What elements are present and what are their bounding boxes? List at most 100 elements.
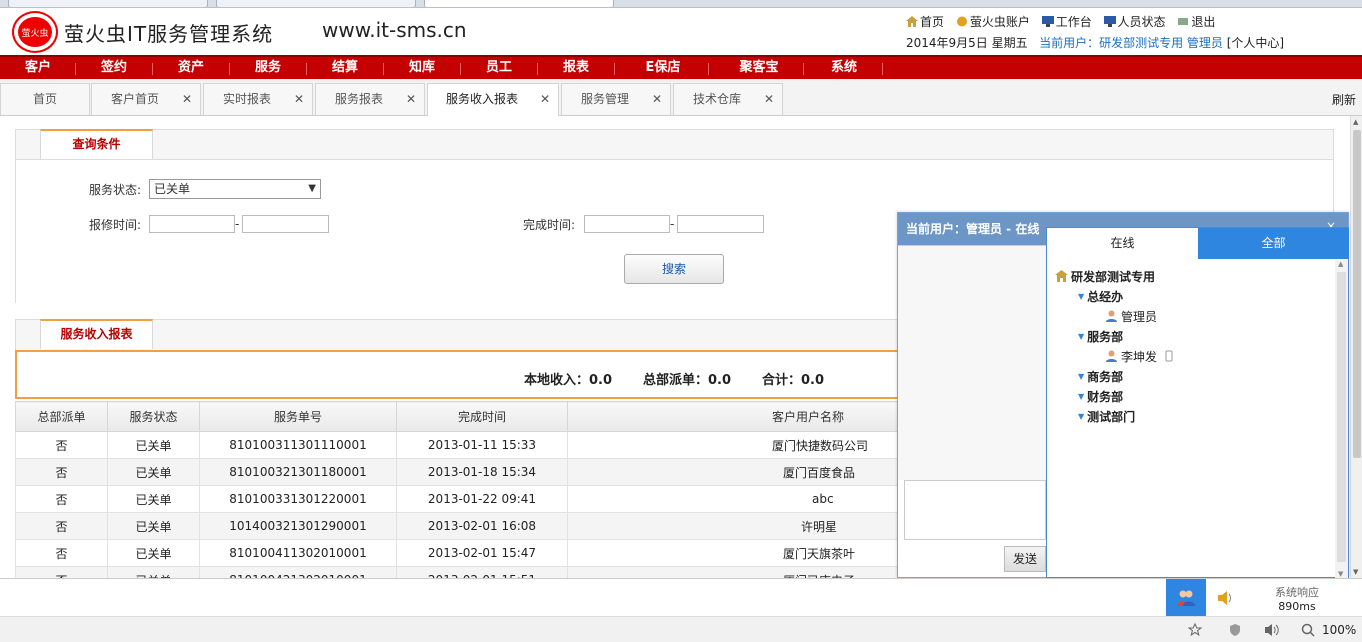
scroll-up-icon[interactable]: ▲ — [1353, 118, 1358, 126]
logout-link[interactable]: 退出 — [1177, 15, 1215, 29]
scroll-down-icon[interactable]: ▼ — [1338, 570, 1343, 578]
table-cell: 810100411302010001 — [199, 539, 397, 567]
tab-service-income-report[interactable]: 服务收入报表 ✕ — [427, 83, 559, 116]
search-button[interactable]: 搜索 — [624, 254, 724, 284]
send-button[interactable]: 发送 — [1004, 546, 1046, 572]
tree-node-dept[interactable]: ▼ 商务部 — [1078, 368, 1123, 385]
nav-item-staff[interactable]: 员工 — [469, 59, 529, 77]
nav-item-knowledge[interactable]: 知库 — [392, 59, 452, 77]
query-panel-tab[interactable]: 查询条件 — [40, 129, 153, 159]
home-link[interactable]: 首页 — [906, 15, 944, 29]
repair-time-label: 报修时间: — [89, 218, 142, 232]
sound-button[interactable] — [1208, 579, 1244, 616]
nav-item-service[interactable]: 服务 — [238, 59, 298, 77]
finish-time-start-input[interactable] — [584, 215, 670, 233]
tab-home[interactable]: 首页 — [0, 83, 90, 115]
table-cell: 已关单 — [107, 431, 200, 459]
scroll-down-icon[interactable]: ▼ — [1353, 568, 1358, 576]
close-icon[interactable]: ✕ — [294, 84, 304, 114]
current-user[interactable]: 研发部测试专用 管理员 — [1099, 36, 1223, 50]
close-icon[interactable]: ✕ — [764, 84, 774, 114]
report-panel-tab[interactable]: 服务收入报表 — [40, 319, 153, 349]
tree-node-dept[interactable]: ▼ 测试部门 — [1078, 408, 1135, 425]
tab-customer-home[interactable]: 客户首页 ✕ — [91, 83, 201, 115]
expand-arrow-icon[interactable]: ▼ — [1078, 332, 1084, 341]
nav-divider — [152, 63, 153, 75]
chat-message-input[interactable] — [904, 480, 1046, 540]
nav-item-ebao-shop[interactable]: E保店 — [630, 59, 696, 77]
zoom-icon[interactable] — [1301, 623, 1315, 637]
tree-node-user[interactable]: 李坤发 — [1105, 348, 1175, 365]
expand-arrow-icon[interactable]: ▼ — [1078, 372, 1084, 381]
personal-center-link[interactable]: [个人中心] — [1227, 36, 1284, 50]
tab-all[interactable]: 全部 — [1198, 228, 1349, 259]
close-icon[interactable]: ✕ — [652, 84, 662, 114]
browser-tab-strip — [0, 0, 1362, 8]
star-icon[interactable] — [1188, 623, 1202, 637]
browser-tab[interactable] — [216, 0, 416, 7]
volume-icon[interactable] — [1264, 623, 1280, 637]
nav-item-settlement[interactable]: 结算 — [315, 59, 375, 77]
close-icon[interactable]: ✕ — [182, 84, 192, 114]
nav-divider — [803, 63, 804, 75]
tab-service-report[interactable]: 服务报表 ✕ — [315, 83, 425, 115]
online-users-button[interactable] — [1166, 579, 1206, 616]
zoom-level[interactable]: 100% — [1322, 623, 1356, 637]
home-icon — [906, 16, 918, 27]
column-header[interactable]: 服务状态 — [107, 401, 200, 432]
nav-item-system[interactable]: 系统 — [812, 59, 876, 77]
tree-node-user[interactable]: 管理员 — [1105, 308, 1157, 325]
nav-item-report[interactable]: 报表 — [546, 59, 606, 77]
main-nav: 客户 签约 资产 服务 结算 知库 员工 报表 E保店 聚客宝 系统 — [0, 55, 1362, 79]
shield-icon[interactable] — [1228, 623, 1242, 637]
column-header[interactable]: 总部派单 — [15, 401, 108, 432]
workbench-link[interactable]: 工作台 — [1041, 15, 1092, 29]
monitor-icon — [1103, 16, 1116, 27]
browser-status-bar: 100% — [0, 616, 1362, 642]
finish-time-end-input[interactable] — [677, 215, 764, 233]
tree-node-dept[interactable]: ▼ 服务部 — [1078, 328, 1123, 345]
refresh-button[interactable]: 刷新 — [1332, 91, 1356, 108]
page-tab-bar: 首页 客户首页 ✕ 实时报表 ✕ 服务报表 ✕ 服务收入报表 ✕ 服务管理 ✕ 技术仓库 ✕ — [0, 79, 1362, 116]
response-label: 系统响应 — [1275, 586, 1319, 599]
tree-node-root[interactable]: 研发部测试专用 — [1055, 268, 1155, 285]
nav-divider — [882, 63, 883, 75]
total-income: 合计：0.0 — [762, 373, 825, 388]
close-icon[interactable]: ✕ — [406, 84, 416, 114]
nav-item-asset[interactable]: 资产 — [161, 59, 221, 77]
repair-time-start-input[interactable] — [149, 215, 235, 233]
scroll-up-icon[interactable]: ▲ — [1338, 260, 1343, 268]
expand-arrow-icon[interactable]: ▼ — [1078, 292, 1084, 301]
nav-item-customer[interactable]: 客户 — [8, 59, 68, 77]
close-icon[interactable]: ✕ — [540, 84, 550, 114]
staff-status-link[interactable]: 人员状态 — [1103, 15, 1166, 29]
tree-node-dept[interactable]: ▼ 总经办 — [1078, 288, 1123, 305]
scrollbar-thumb[interactable] — [1353, 130, 1361, 458]
user-list-scrollbar[interactable]: ▲ ▼ — [1335, 260, 1348, 578]
tree-node-dept[interactable]: ▼ 财务部 — [1078, 388, 1123, 405]
column-header[interactable]: 服务单号 — [199, 401, 397, 432]
tab-service-management[interactable]: 服务管理 ✕ — [561, 83, 671, 115]
expand-arrow-icon[interactable]: ▼ — [1078, 412, 1084, 421]
repair-time-end-input[interactable] — [242, 215, 329, 233]
nav-divider — [460, 63, 461, 75]
tab-online[interactable]: 在线 — [1047, 228, 1198, 259]
expand-arrow-icon[interactable]: ▼ — [1078, 392, 1084, 401]
browser-tab-active[interactable] — [424, 0, 614, 7]
table-cell: 否 — [15, 512, 108, 540]
tab-realtime-report[interactable]: 实时报表 ✕ — [203, 83, 313, 115]
tab-tech-warehouse[interactable]: 技术仓库 ✕ — [673, 83, 783, 115]
nav-item-jukebao[interactable]: 聚客宝 — [726, 59, 792, 77]
current-date: 2014年9月5日 星期五 — [906, 36, 1028, 50]
scrollbar-thumb[interactable] — [1337, 272, 1346, 562]
page-scrollbar[interactable]: ▲ ▼ — [1350, 116, 1362, 578]
browser-tab[interactable] — [8, 0, 208, 7]
finish-time-label: 完成时间: — [523, 218, 576, 232]
account-link[interactable]: 萤火虫账户 — [956, 15, 1030, 29]
chat-window: 当前用户：管理员 - 在线 × 发送 在线 全部 研发部测试专用 ▼ 总经办 管理… — [897, 212, 1349, 578]
nav-divider — [614, 63, 615, 75]
column-header[interactable]: 完成时间 — [396, 401, 568, 432]
service-status-select[interactable]: 已关单 ▼ — [149, 179, 321, 199]
logout-icon — [1178, 18, 1189, 25]
nav-item-contract[interactable]: 签约 — [84, 59, 144, 77]
